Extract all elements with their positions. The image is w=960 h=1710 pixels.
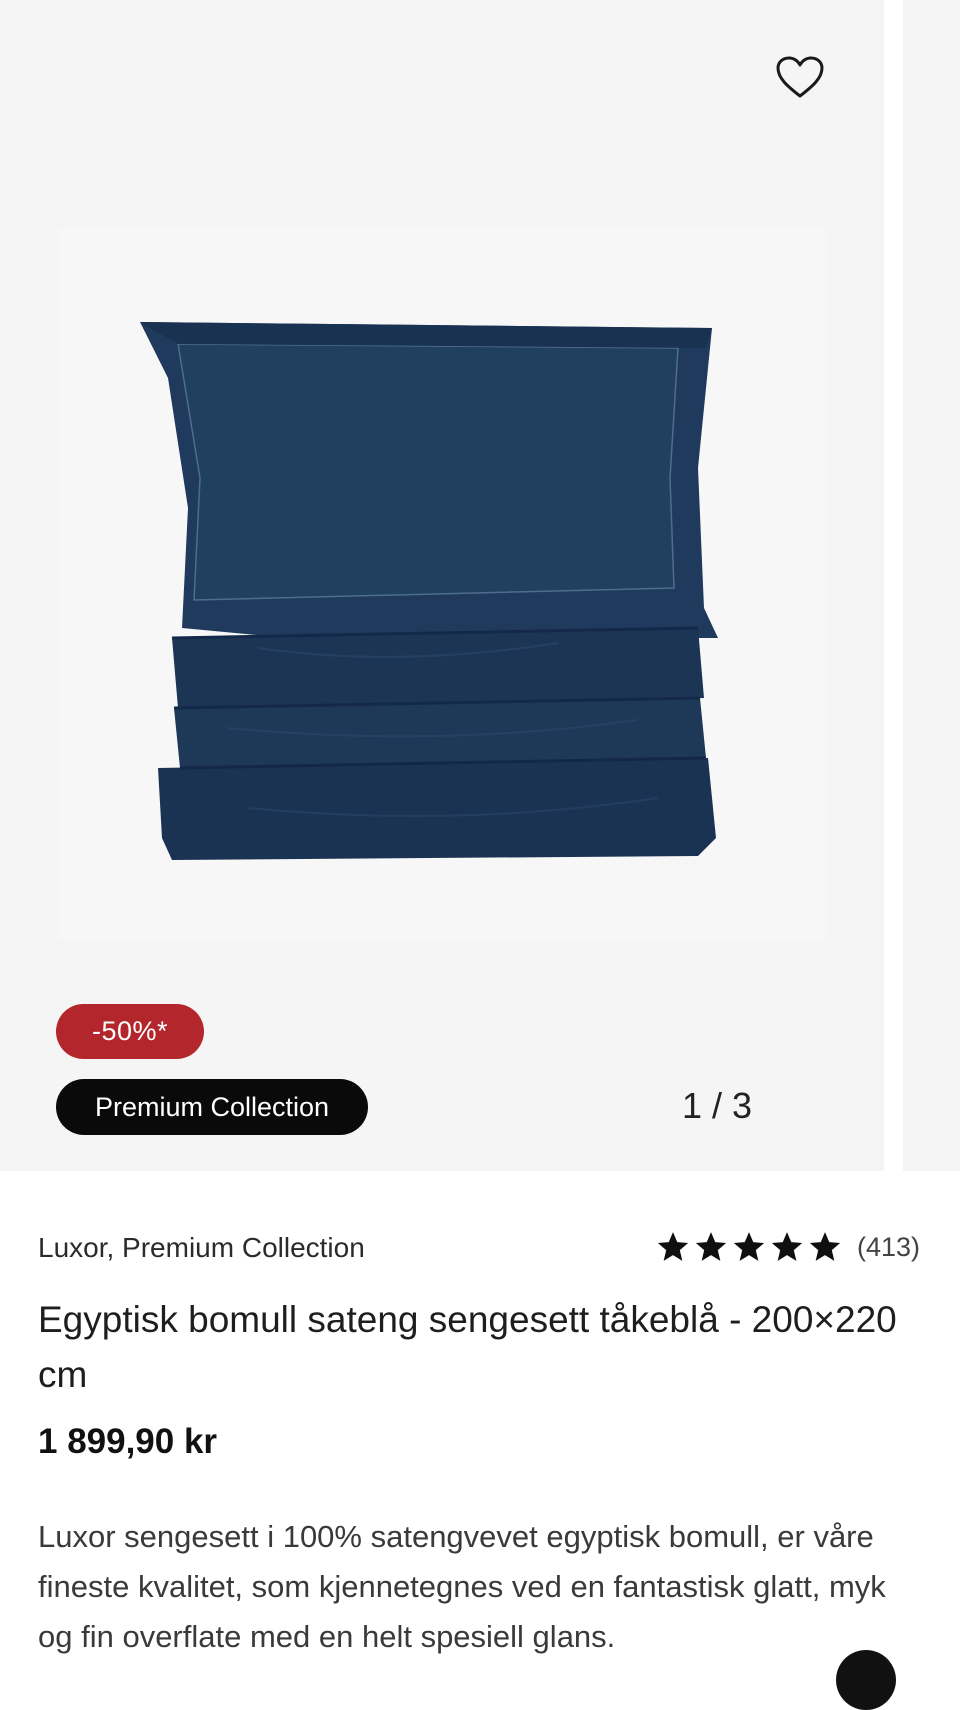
product-title: Egyptisk bomull sateng sengesett tåkeblå…	[38, 1299, 897, 1395]
product-image-frame	[58, 228, 826, 940]
product-price: 1 899,90 kr	[38, 1422, 218, 1461]
product-image-gallery[interactable]: -50%* Premium Collection 1 / 3	[0, 0, 884, 1171]
next-slide-peek[interactable]	[903, 0, 960, 1171]
wishlist-button[interactable]	[774, 52, 826, 102]
star-icon	[695, 1232, 727, 1261]
star-icon	[733, 1232, 765, 1261]
discount-badge: -50%*	[56, 1004, 204, 1059]
collection-badge: Premium Collection	[56, 1079, 368, 1135]
heart-outline-icon	[776, 56, 824, 98]
star-icon	[809, 1232, 841, 1261]
slide-counter: 1 / 3	[681, 1085, 752, 1126]
product-image	[140, 322, 718, 860]
rating-count[interactable]: (413)	[857, 1232, 920, 1263]
star-icon	[771, 1232, 803, 1261]
chat-button[interactable]	[836, 1650, 896, 1710]
product-rating[interactable]: (413)	[655, 1230, 920, 1264]
rating-stars	[655, 1230, 843, 1264]
star-icon	[657, 1232, 689, 1261]
brand-line[interactable]: Luxor, Premium Collection	[38, 1232, 365, 1264]
product-description: Luxor sengesett i 100% satengvevet egypt…	[38, 1519, 886, 1654]
